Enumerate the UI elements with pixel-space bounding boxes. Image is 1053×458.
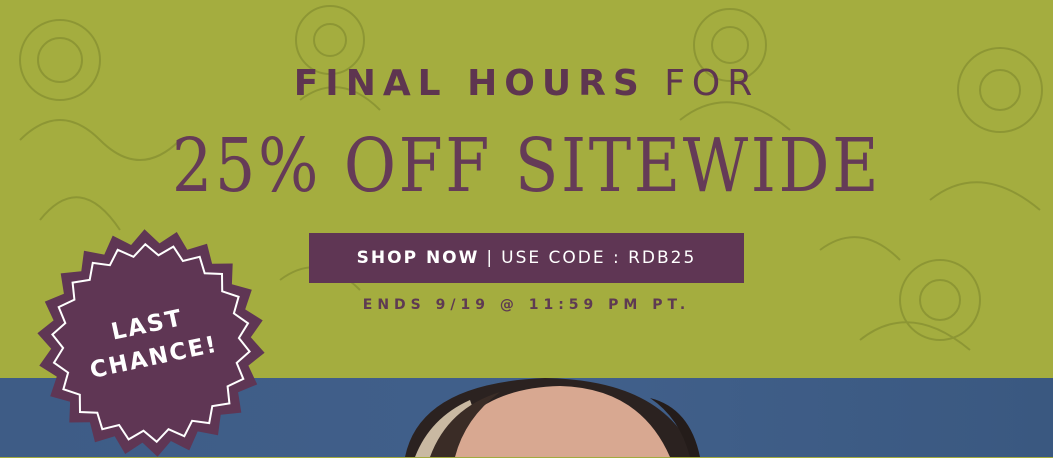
shop-now-label: SHOP NOW — [356, 248, 480, 268]
headline-top: FINAL HOURS FOR — [0, 62, 1053, 106]
headline-bold: FINAL HOURS — [293, 63, 646, 104]
cta-separator: | — [486, 248, 495, 268]
headline-light: FOR — [664, 63, 760, 104]
shop-now-button[interactable]: SHOP NOW | USE CODE : RDB25 — [309, 233, 744, 283]
promo-code-label: USE CODE : RDB25 — [501, 248, 697, 268]
starburst-badge-icon: LAST CHANCE! — [37, 229, 265, 457]
headline-main: 25% OFF SITEWIDE — [171, 123, 882, 209]
